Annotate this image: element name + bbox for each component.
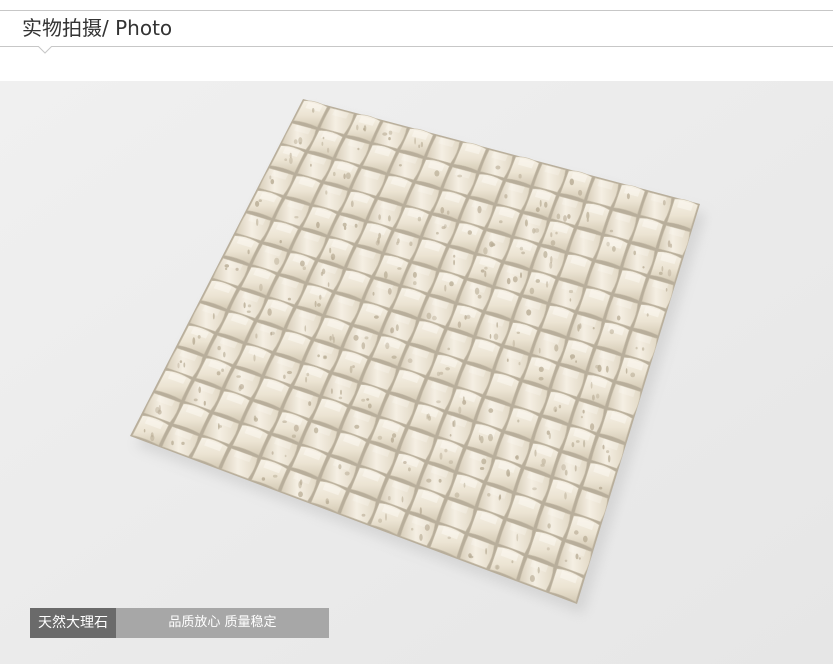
product-photo (0, 81, 833, 664)
quality-note: 品质放心 质量稳定 (116, 608, 329, 638)
notch-arrow-icon (38, 46, 52, 54)
header-top-divider (0, 10, 833, 11)
material-tag: 天然大理石 (30, 608, 116, 638)
section-header: 实物拍摄/ Photo (0, 0, 833, 62)
mosaic-tile-image (0, 81, 833, 664)
section-title: 实物拍摄/ Photo (22, 16, 173, 40)
caption-bar: 天然大理石 品质放心 质量稳定 (30, 608, 329, 638)
header-bottom-divider (0, 46, 833, 47)
product-detail-section: 实物拍摄/ Photo 天然大理石 品质放心 质量稳定 (0, 0, 833, 664)
